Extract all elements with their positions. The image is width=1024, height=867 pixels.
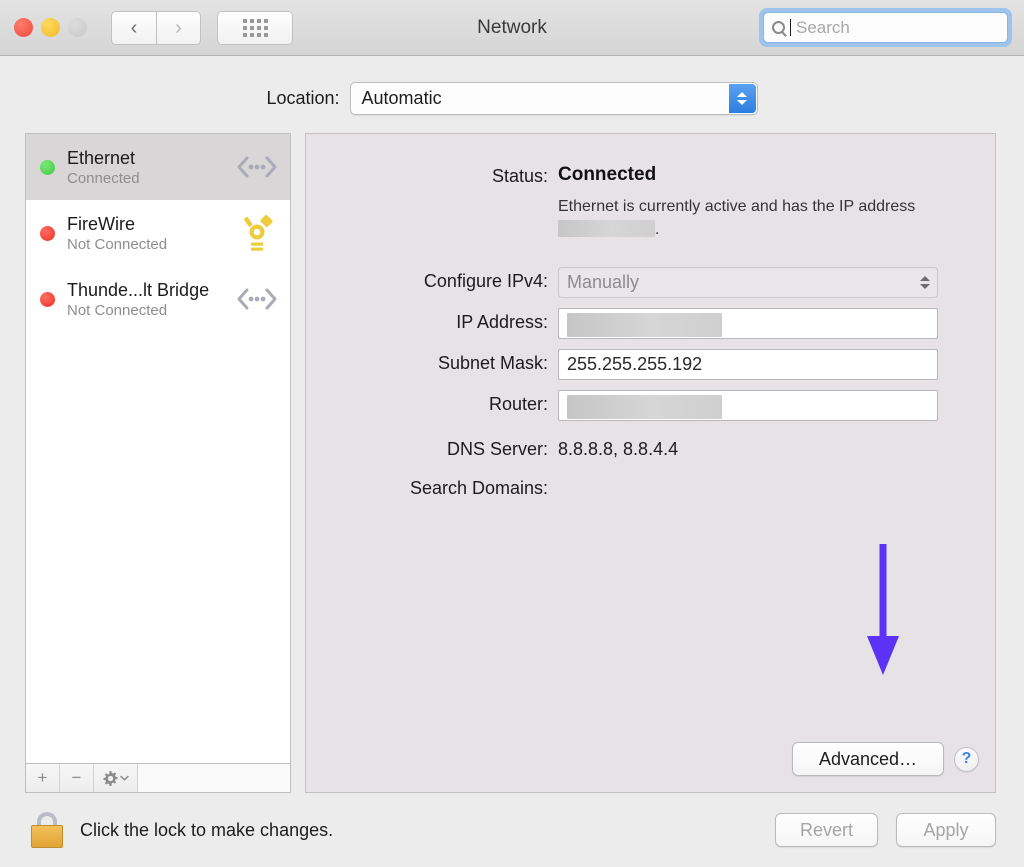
status-dot-icon (40, 225, 55, 241)
apply-button[interactable]: Apply (896, 813, 996, 847)
location-stepper-icon[interactable] (728, 84, 756, 113)
window-bottom-bar: Click the lock to make changes. Revert A… (0, 793, 1024, 867)
status-description: Ethernet is currently active and has the… (558, 195, 918, 241)
status-dot-icon (40, 291, 55, 307)
service-detail-panel: Status: Connected Ethernet is currently … (305, 133, 996, 793)
footer-spacer (138, 764, 290, 792)
firewire-icon (234, 213, 280, 253)
search-domains-row: Search Domains: (306, 474, 965, 499)
search-placeholder: Search (796, 17, 850, 37)
configure-ipv4-stepper-icon[interactable] (920, 276, 930, 290)
search-input[interactable]: Search (763, 12, 1008, 43)
status-label: Status: (491, 166, 548, 186)
redacted-ip-address (558, 220, 655, 238)
service-list[interactable]: Ethernet Connected FireWire Not Connecte… (25, 133, 291, 763)
dns-server-label: DNS Server: (446, 439, 548, 460)
redacted-ip-address-value (567, 313, 722, 338)
service-list-footer: + − (25, 763, 291, 793)
configure-ipv4-value: Manually (567, 272, 640, 293)
gear-icon (102, 770, 118, 786)
close-window-button[interactable] (14, 18, 33, 37)
network-preferences-window: ‹ › Network Search Location: Automatic E… (0, 0, 1024, 867)
chevron-right-icon: › (175, 16, 182, 39)
chevron-down-icon (119, 775, 129, 781)
service-status: Not Connected (67, 235, 168, 253)
status-dot-icon (40, 159, 55, 175)
question-mark-icon: ? (961, 750, 972, 767)
zoom-window-button[interactable] (68, 18, 87, 37)
grid-dots-icon (242, 18, 268, 37)
subnet-mask-input[interactable]: 255.255.255.192 (558, 349, 938, 381)
service-row-firewire[interactable]: FireWire Not Connected (26, 200, 290, 266)
status-description-text: Ethernet is currently active and has the… (558, 198, 916, 215)
service-row-thunderbolt-bridge[interactable]: Thunde...lt Bridge Not Connected (26, 266, 290, 332)
window-titlebar: ‹ › Network Search (0, 0, 1024, 56)
subnet-mask-label: Subnet Mask: (437, 353, 548, 374)
service-status: Connected (67, 169, 140, 187)
status-badge: Connected (558, 164, 657, 185)
configure-ipv4-label: Configure IPv4: (423, 271, 548, 292)
status-description-period: . (655, 221, 660, 239)
remove-service-button[interactable]: − (60, 764, 94, 792)
search-domains-label: Search Domains: (409, 478, 548, 499)
dns-server-row: DNS Server: 8.8.8.8, 8.8.4.4 (306, 435, 965, 460)
lock-body-icon (31, 825, 63, 848)
navigation-buttons: ‹ › (111, 10, 201, 45)
location-value: Automatic (361, 88, 442, 108)
service-sidebar: Ethernet Connected FireWire Not Connecte… (25, 133, 291, 793)
ip-address-row: IP Address: (306, 308, 965, 340)
configure-ipv4-popup[interactable]: Manually (558, 267, 938, 299)
revert-button[interactable]: Revert (775, 813, 878, 847)
service-name: FireWire (67, 213, 135, 234)
network-bridge-icon (234, 286, 280, 312)
router-row: Router: (306, 390, 965, 422)
location-popup-button[interactable]: Automatic (349, 82, 758, 115)
advanced-button[interactable]: Advanced… (792, 742, 944, 776)
minus-icon: − (71, 768, 82, 787)
ip-address-input[interactable] (558, 308, 938, 340)
minimize-window-button[interactable] (41, 18, 60, 37)
chevron-left-icon: ‹ (130, 16, 138, 39)
subnet-mask-row: Subnet Mask: 255.255.255.192 (306, 349, 965, 381)
service-name: Thunde...lt Bridge (67, 279, 210, 300)
dns-server-value: 8.8.8.8, 8.8.4.4 (558, 439, 679, 460)
location-label: Location: (266, 88, 340, 108)
router-label: Router: (488, 394, 548, 415)
redacted-router-value (567, 395, 722, 420)
service-row-ethernet[interactable]: Ethernet Connected (26, 134, 290, 200)
search-domains-value (558, 474, 965, 478)
ip-address-label: IP Address: (456, 312, 548, 333)
network-bridge-icon (234, 154, 280, 180)
advanced-button-label: Advanced… (818, 748, 918, 769)
revert-button-label: Revert (799, 819, 853, 840)
annotation-arrow-down-icon (863, 542, 903, 677)
back-button[interactable]: ‹ (111, 10, 156, 45)
lock-hint-text: Click the lock to make changes. (80, 819, 334, 840)
show-all-button[interactable] (217, 10, 293, 45)
bottom-action-buttons: Revert Apply (775, 813, 996, 847)
service-actions-button[interactable] (94, 764, 138, 792)
traffic-lights (14, 18, 87, 37)
apply-button-label: Apply (923, 819, 969, 840)
router-input[interactable] (558, 390, 938, 422)
search-field-focus-ring: Search (759, 8, 1012, 47)
configure-ipv4-row: Configure IPv4: Manually (306, 267, 965, 299)
plus-icon: + (37, 768, 48, 787)
preferences-body: Ethernet Connected FireWire Not Connecte… (0, 115, 1024, 793)
help-button[interactable]: ? (954, 746, 979, 772)
lock-button[interactable] (30, 812, 64, 848)
panel-action-buttons: Advanced… ? (792, 742, 979, 776)
text-caret (790, 19, 791, 36)
add-service-button[interactable]: + (26, 764, 60, 792)
service-status: Not Connected (67, 301, 168, 319)
forward-button[interactable]: › (156, 10, 201, 45)
search-icon (772, 21, 785, 34)
service-name: Ethernet (67, 147, 136, 168)
location-row: Location: Automatic (0, 82, 1024, 115)
subnet-mask-value: 255.255.255.192 (567, 354, 703, 375)
status-row: Status: Connected Ethernet is currently … (306, 162, 965, 241)
